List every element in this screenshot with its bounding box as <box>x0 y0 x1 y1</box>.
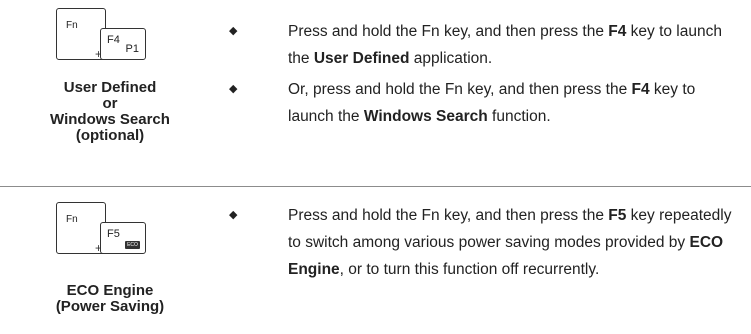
text-bold: F5 <box>608 207 627 224</box>
fn-key-label: Fn <box>66 214 78 225</box>
caption-line: Windows Search <box>50 111 170 128</box>
text-run: function. <box>487 108 551 125</box>
caption-line: (optional) <box>75 127 145 144</box>
text-run: application. <box>409 50 493 67</box>
text-run: , or to turn this function off recurrent… <box>339 261 600 278</box>
list-item: ◆ Or, press and hold the Fn key, and the… <box>226 76 741 130</box>
text-bold: Windows Search <box>363 108 488 125</box>
section-user-defined: Fn + F4 P1 User Defined or Windows Searc… <box>0 0 751 186</box>
text-bold: User Defined <box>313 50 410 67</box>
caption-eco-engine: ECO Engine (Power Saving) <box>0 283 220 315</box>
caption-line: or <box>102 95 118 112</box>
bullet-icon: ◆ <box>229 209 238 221</box>
text-run: Press and hold the Fn key, and then pres… <box>288 23 609 40</box>
text-run: Or, press and hold the Fn key, and then … <box>288 81 632 98</box>
bullet-icon: ◆ <box>229 83 238 95</box>
list-item: ◆ Press and hold the Fn key, and then pr… <box>226 18 741 72</box>
f5-key-label: F5 <box>107 228 120 240</box>
key-combo-fn-f5: Fn + F5 ECO <box>56 202 148 256</box>
caption-line: ECO Engine <box>66 282 154 299</box>
f5-key-icon: F5 ECO <box>100 222 146 254</box>
section-eco-engine: Fn + F5 ECO ECO Engine (Power Saving) ◆ … <box>0 188 751 334</box>
section-divider <box>0 186 751 187</box>
fn-key-label: Fn <box>66 20 78 31</box>
eco-badge-icon: ECO <box>125 241 140 249</box>
f4-key-icon: F4 P1 <box>100 28 146 60</box>
f4-key-label: F4 <box>107 34 120 46</box>
caption-line: User Defined <box>63 79 157 96</box>
caption-line: (Power Saving) <box>55 298 165 315</box>
bullet-list: ◆ Press and hold the Fn key, and then pr… <box>226 18 741 130</box>
caption-user-defined: User Defined or Windows Search (optional… <box>0 80 220 144</box>
text-bold: F4 <box>631 81 650 98</box>
text-bold: F4 <box>608 23 627 40</box>
list-item: ◆ Press and hold the Fn key, and then pr… <box>226 202 741 283</box>
bullet-list: ◆ Press and hold the Fn key, and then pr… <box>226 202 741 283</box>
key-combo-fn-f4: Fn + F4 P1 <box>56 8 148 62</box>
p1-key-label: P1 <box>125 43 139 55</box>
bullet-icon: ◆ <box>229 25 238 37</box>
text-run: Press and hold the Fn key, and then pres… <box>288 207 609 224</box>
